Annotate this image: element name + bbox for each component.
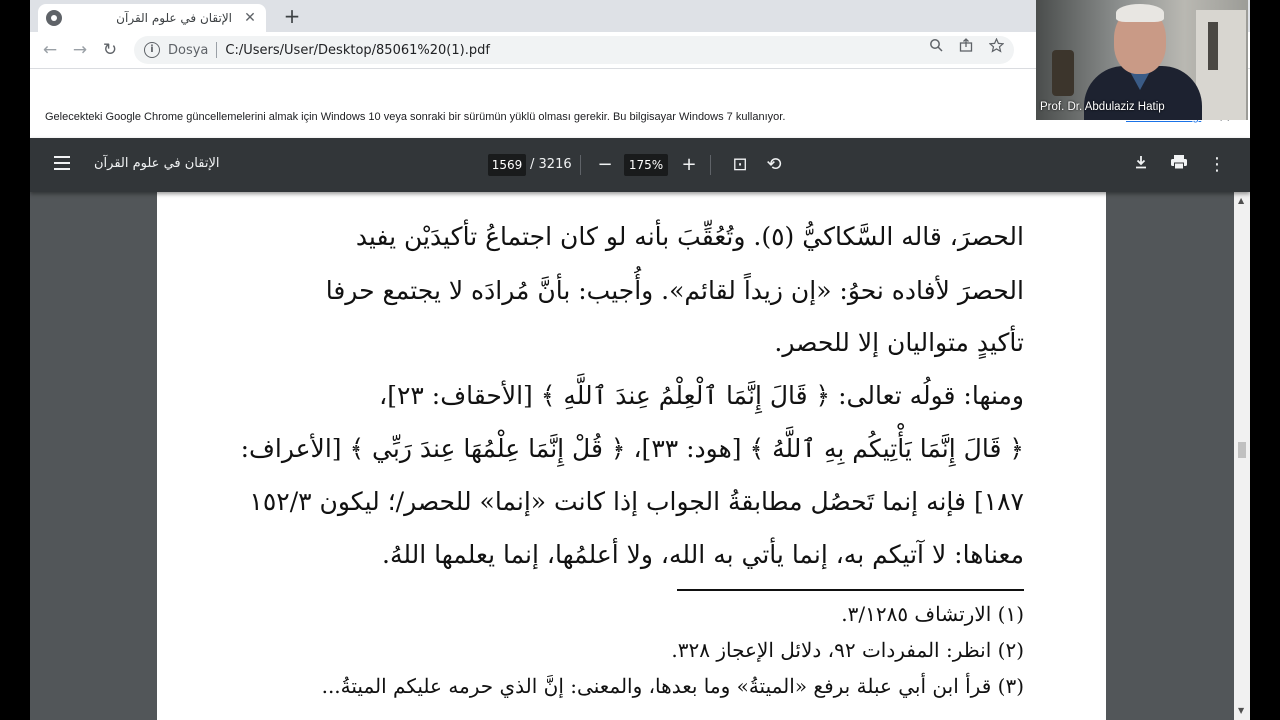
tab-title: الإتقان في علوم القرآن: [116, 11, 232, 25]
pdf-viewer[interactable]: الحصرَ، قاله السَّكاكيُّ (٥). وتُعُقِّبَ…: [30, 192, 1250, 720]
webcam-lamp: [1052, 50, 1074, 96]
scroll-up-icon[interactable]: ▲: [1238, 196, 1244, 205]
toolbar-divider: [580, 155, 581, 175]
text-line: الحصرَ لأفاده نحوُ: «إن زيداً لقائم». وأ…: [325, 276, 1024, 305]
screen: الإتقان في علوم القرآن ✕ + ← → ↻ i Dosya…: [0, 0, 1280, 720]
menu-icon[interactable]: [54, 156, 70, 170]
back-button[interactable]: ←: [38, 38, 62, 62]
fit-page-button[interactable]: ⊡: [728, 153, 752, 177]
zoom-level-input[interactable]: 175%: [624, 154, 668, 176]
webcam-door-panel: [1208, 22, 1218, 70]
presenter-name: Prof. Dr. Abdulaziz Hatip: [1040, 101, 1165, 113]
page-total: / 3216: [530, 157, 572, 172]
globe-icon: [46, 10, 62, 26]
page-number-input[interactable]: 1569: [488, 154, 526, 176]
zoom-in-button[interactable]: +: [677, 153, 701, 177]
footnote: (١) الارتشاف ٣/١٢٨٥.: [841, 602, 1024, 626]
tab-close-icon[interactable]: ✕: [242, 10, 258, 26]
text-line: الحصرَ، قاله السَّكاكيُّ (٥). وتُعُقِّبَ…: [355, 222, 1024, 251]
info-icon[interactable]: i: [144, 42, 160, 58]
text-line: ١٨٧] فإنه إنما تَحصُل مطابقةُ الجواب إذا…: [249, 487, 1024, 516]
webcam-overlay: Prof. Dr. Abdulaziz Hatip: [1036, 0, 1248, 120]
print-icon[interactable]: [1167, 153, 1191, 177]
infobar-message: Gelecekteki Google Chrome güncellemeleri…: [45, 111, 786, 123]
page-separator: /: [530, 157, 535, 172]
omnibox-divider: [216, 42, 218, 58]
url-text[interactable]: C:/Users/User/Desktop/85061%20(1).pdf: [225, 43, 490, 58]
new-tab-button[interactable]: +: [278, 4, 306, 28]
footnote: (٣) قرأ ابن أبي عبلة برفع «الميتةُ» وما …: [321, 674, 1024, 698]
forward-button[interactable]: →: [68, 38, 92, 62]
tab-pdf[interactable]: الإتقان في علوم القرآن ✕: [38, 4, 266, 32]
pdf-page: الحصرَ، قاله السَّكاكيُّ (٥). وتُعُقِّبَ…: [157, 192, 1106, 720]
more-actions-icon[interactable]: ⋮: [1205, 153, 1229, 177]
text-line: ومنها: قولُه تعالى: ﴿ قَالَ إِنَّمَا ٱلْ…: [379, 381, 1024, 410]
text-line: معناها: لا آتيكم به، إنما يأتي به الله، …: [382, 540, 1024, 569]
pdf-title: الإتقان في علوم القرآن: [94, 156, 220, 171]
zoom-icon[interactable]: [928, 38, 944, 54]
webcam-person-hair: [1116, 4, 1164, 22]
scrollbar-thumb[interactable]: [1238, 442, 1246, 458]
footnote: (٢) انظر: المفردات ٩٢، دلائل الإعجاز ٣٢٨…: [671, 638, 1024, 662]
text-line: ﴿ قَالَ إِنَّمَا يَأْتِيكُم بِهِ ٱللَّهُ…: [240, 434, 1024, 463]
zoom-out-button[interactable]: −: [593, 153, 617, 177]
download-icon[interactable]: [1129, 153, 1153, 177]
address-bar[interactable]: i Dosya C:/Users/User/Desktop/85061%20(1…: [134, 36, 1014, 64]
reload-button[interactable]: ↻: [98, 38, 122, 62]
scheme-label: Dosya: [168, 42, 209, 58]
scroll-down-icon[interactable]: ▼: [1238, 706, 1244, 715]
star-icon[interactable]: [988, 37, 1004, 54]
footnote-separator: [677, 589, 1024, 591]
share-icon[interactable]: [958, 38, 974, 54]
total-pages: 3216: [538, 157, 572, 172]
text-line: تأكيدٍ متواليان إلا للحصر.: [774, 328, 1024, 357]
vertical-scrollbar[interactable]: ▲ ▼: [1234, 192, 1250, 720]
pdf-toolbar: الإتقان في علوم القرآن 1569 / 3216 − 175…: [30, 138, 1250, 192]
toolbar-divider: [710, 155, 711, 175]
rotate-button[interactable]: ⟲: [762, 153, 786, 177]
webcam-door: [1196, 10, 1246, 120]
